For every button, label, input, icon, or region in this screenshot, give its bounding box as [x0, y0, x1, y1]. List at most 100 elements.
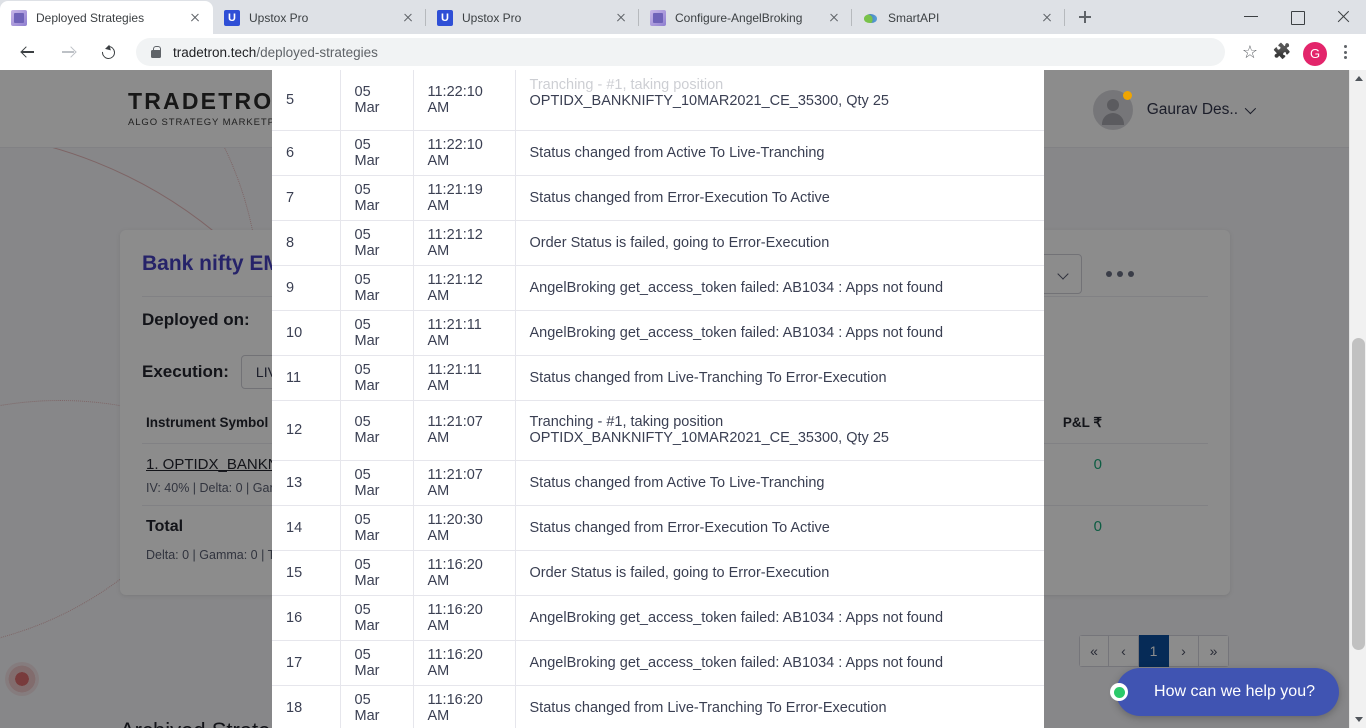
- browser-tab-title: Upstox Pro: [462, 10, 522, 25]
- log-row-message-line2: OPTIDX_BANKNIFTY_10MAR2021_CE_35300, Qty…: [529, 92, 889, 109]
- log-row-date: 05 Mar: [340, 640, 414, 686]
- table-row: 8 05 Mar 11:21:12 AM Order Status is fai…: [272, 220, 1044, 266]
- log-row-message: Order Status is failed, going to Error-E…: [515, 550, 1044, 596]
- window-close-icon[interactable]: [1320, 0, 1366, 32]
- log-row-time: 11:16:20 AM: [413, 595, 516, 641]
- log-row-message: Tranching - #1, taking position OPTIDX_B…: [515, 70, 1044, 131]
- log-row-message: Order Status is failed, going to Error-E…: [515, 220, 1044, 266]
- close-icon[interactable]: [613, 10, 629, 26]
- maximize-icon[interactable]: [1274, 0, 1320, 32]
- window-controls: [1228, 0, 1366, 32]
- table-row: 13 05 Mar 11:21:07 AM Status changed fro…: [272, 460, 1044, 506]
- log-row-time: 11:16:20 AM: [413, 640, 516, 686]
- log-row-number: 9: [272, 265, 341, 311]
- scroll-down-arrow-icon[interactable]: [1350, 711, 1366, 728]
- table-row: 12 05 Mar 11:21:07 AM Tranching - #1, ta…: [272, 400, 1044, 461]
- table-row: 9 05 Mar 11:21:12 AM AngelBroking get_ac…: [272, 265, 1044, 311]
- log-row-number: 13: [272, 460, 341, 506]
- browser-tab-title: SmartAPI: [888, 10, 940, 25]
- browser-tab-4[interactable]: SmartAPI: [852, 1, 1065, 34]
- log-row-message: Tranching - #1, taking position OPTIDX_B…: [515, 400, 1044, 461]
- log-row-message-line1: Tranching - #1, taking position: [529, 414, 724, 430]
- table-row: 7 05 Mar 11:21:19 AM Status changed from…: [272, 175, 1044, 221]
- browser-tab-1[interactable]: Upstox Pro: [213, 1, 426, 34]
- tradetron-favicon-icon: [11, 9, 27, 26]
- log-row-date: 05 Mar: [340, 400, 414, 461]
- page-viewport: TRADETRON ALGO STRATEGY MARKETPLACE Gaur…: [0, 70, 1366, 728]
- profile-avatar[interactable]: G: [1303, 41, 1327, 66]
- close-icon[interactable]: [187, 10, 203, 26]
- log-row-date: 05 Mar: [340, 685, 414, 728]
- log-row-message: AngelBroking get_access_token failed: AB…: [515, 265, 1044, 311]
- log-row-time: 11:22:10 AM: [413, 130, 516, 176]
- log-row-time: 11:16:20 AM: [413, 550, 516, 596]
- log-row-time: 11:21:11 AM: [413, 355, 516, 401]
- chat-widget-label: How can we help you?: [1154, 683, 1315, 700]
- log-row-number: 12: [272, 400, 341, 461]
- log-row-date: 05 Mar: [340, 550, 414, 596]
- scroll-up-arrow-icon[interactable]: [1350, 70, 1366, 87]
- close-icon[interactable]: [1039, 10, 1055, 26]
- log-row-message: Status changed from Error-Execution To A…: [515, 505, 1044, 551]
- new-tab-button[interactable]: [1071, 3, 1099, 31]
- log-row-message-line1: Tranching - #1, taking position: [529, 76, 724, 93]
- table-row: 6 05 Mar 11:22:10 AM Status changed from…: [272, 130, 1044, 176]
- url-path: /deployed-strategies: [256, 44, 378, 60]
- log-row-date: 05 Mar: [340, 220, 414, 266]
- browser-tab-title: Upstox Pro: [249, 10, 309, 25]
- log-row-message-line2: OPTIDX_BANKNIFTY_10MAR2021_CE_35300, Qty…: [529, 430, 889, 446]
- reload-button[interactable]: [94, 38, 122, 66]
- address-bar[interactable]: tradetron.tech/deployed-strategies: [136, 38, 1225, 66]
- log-row-date: 05 Mar: [340, 460, 414, 506]
- browser-tab-0[interactable]: Deployed Strategies: [0, 1, 213, 34]
- back-button[interactable]: [14, 38, 42, 66]
- table-row: 10 05 Mar 11:21:11 AM AngelBroking get_a…: [272, 310, 1044, 356]
- log-row-number: 15: [272, 550, 341, 596]
- table-row: 15 05 Mar 11:16:20 AM Order Status is fa…: [272, 550, 1044, 596]
- execution-log-table: 5 05 Mar 11:22:10 AM Tranching - #1, tak…: [272, 70, 1044, 728]
- smartapi-favicon-icon: [863, 10, 879, 26]
- browser-tab-title: Deployed Strategies: [36, 10, 145, 25]
- log-row-number: 5: [272, 70, 341, 131]
- log-row-time: 11:21:12 AM: [413, 265, 516, 311]
- log-row-message: AngelBroking get_access_token failed: AB…: [515, 310, 1044, 356]
- log-row-time: 11:21:07 AM: [413, 400, 516, 461]
- minimize-icon[interactable]: [1228, 0, 1274, 32]
- log-row-message: Status changed from Error-Execution To A…: [515, 175, 1044, 221]
- browser-tab-2[interactable]: Upstox Pro: [426, 1, 639, 34]
- log-row-number: 16: [272, 595, 341, 641]
- log-row-number: 18: [272, 685, 341, 728]
- arrow-left-icon: [22, 46, 34, 58]
- log-row-date: 05 Mar: [340, 130, 414, 176]
- status-dot-icon: [1122, 91, 1132, 100]
- log-row-time: 11:21:07 AM: [413, 460, 516, 506]
- log-row-number: 10: [272, 310, 341, 356]
- execution-log-body: 5 05 Mar 11:22:10 AM Tranching - #1, tak…: [272, 70, 1044, 728]
- upstox-favicon-icon: [437, 9, 453, 26]
- log-row-number: 11: [272, 355, 341, 401]
- bookmark-star-icon[interactable]: [1235, 37, 1265, 67]
- chat-widget[interactable]: How can we help you?: [1110, 668, 1339, 716]
- url-host: tradetron.tech: [173, 44, 257, 60]
- close-icon[interactable]: [826, 10, 842, 26]
- close-icon[interactable]: [400, 10, 416, 26]
- browser-menu-icon[interactable]: [1332, 37, 1358, 67]
- log-row-date: 05 Mar: [340, 70, 414, 131]
- forward-button[interactable]: [54, 38, 82, 66]
- log-row-date: 05 Mar: [340, 175, 414, 221]
- browser-tab-3[interactable]: Configure-AngelBroking: [639, 1, 852, 34]
- page-scrollbar[interactable]: [1349, 70, 1366, 728]
- log-row-number: 8: [272, 220, 341, 266]
- extensions-puzzle-icon[interactable]: [1267, 37, 1297, 67]
- address-bar-url: tradetron.tech/deployed-strategies: [173, 45, 378, 60]
- log-row-time: 11:21:11 AM: [413, 310, 516, 356]
- log-row-message: Status changed from Live-Tranching To Er…: [515, 685, 1044, 728]
- scrollbar-thumb[interactable]: [1352, 338, 1365, 650]
- log-row-time: 11:22:10 AM: [413, 70, 516, 131]
- table-row: 18 05 Mar 11:16:20 AM Status changed fro…: [272, 685, 1044, 728]
- log-row-time: 11:16:20 AM: [413, 685, 516, 728]
- log-row-number: 14: [272, 505, 341, 551]
- arrow-right-icon: [62, 46, 74, 58]
- table-row: 5 05 Mar 11:22:10 AM Tranching - #1, tak…: [272, 70, 1044, 131]
- log-row-time: 11:20:30 AM: [413, 505, 516, 551]
